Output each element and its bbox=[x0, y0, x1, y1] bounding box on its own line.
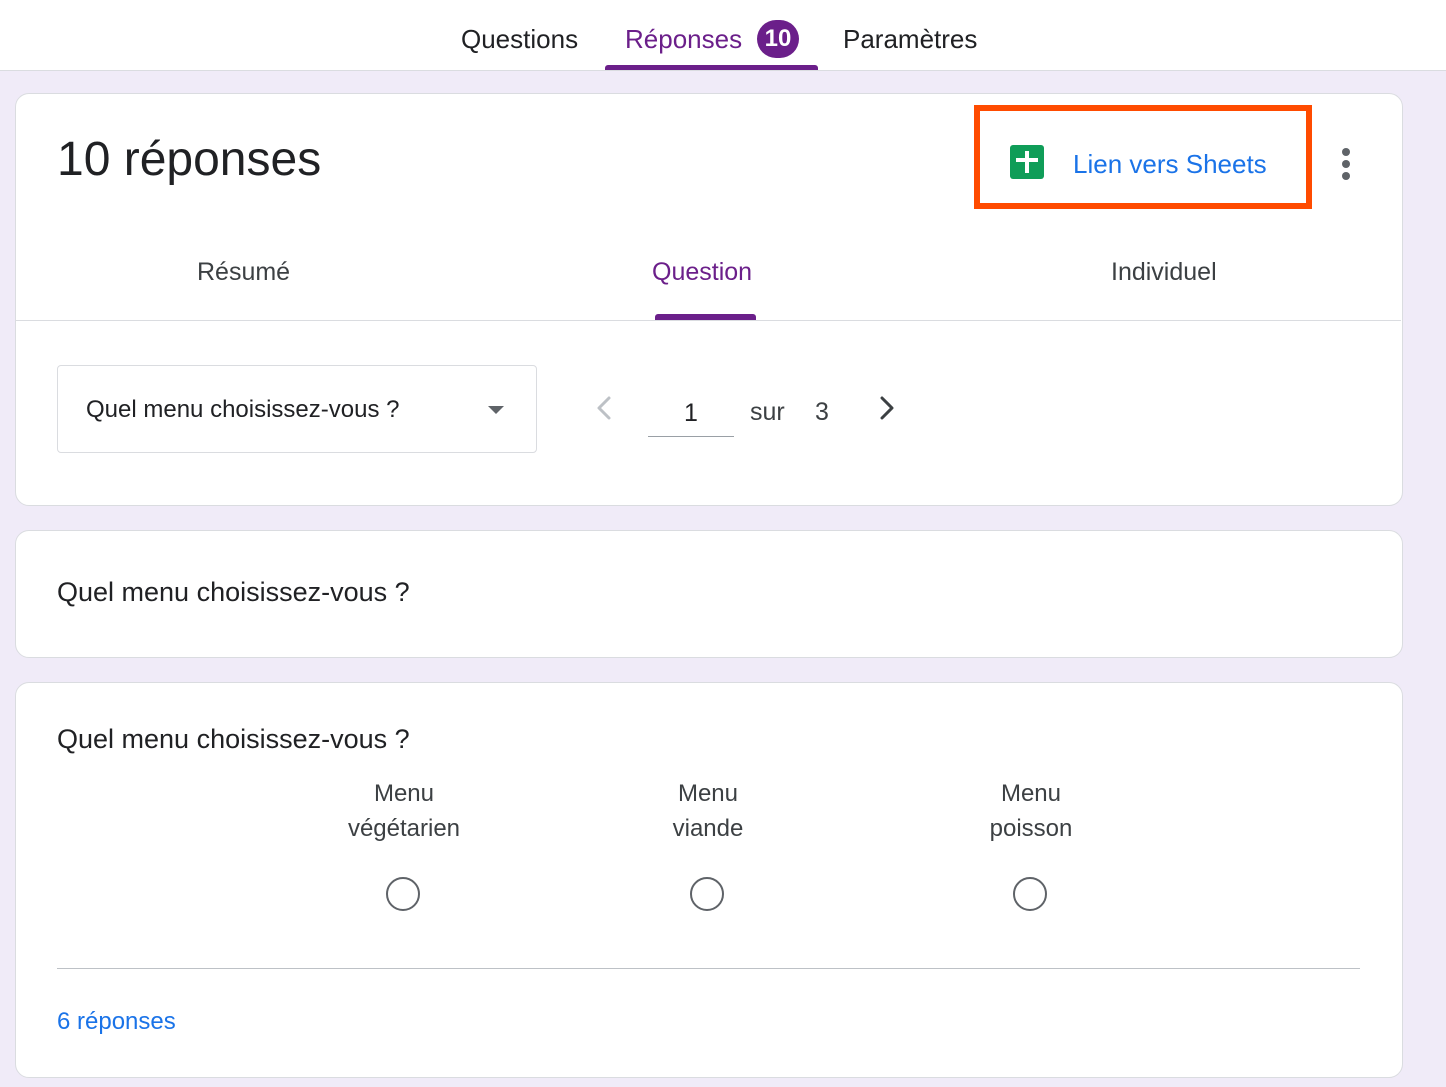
page-title: 10 réponses bbox=[57, 133, 322, 186]
option-label-fish: Menu poisson bbox=[911, 776, 1151, 846]
link-to-sheets-label: Lien vers Sheets bbox=[1073, 149, 1267, 179]
option-label-meat: Menu viande bbox=[588, 776, 828, 846]
radio-fish[interactable] bbox=[1013, 877, 1047, 911]
radio-meat[interactable] bbox=[690, 877, 724, 911]
option-label-line: Menu bbox=[677, 780, 739, 807]
responses-count-badge: 10 bbox=[757, 20, 799, 58]
pager-of-label: sur bbox=[750, 398, 785, 426]
pager-total: 3 bbox=[815, 398, 829, 426]
option-label-vegetarian: Menu végétarien bbox=[284, 776, 524, 846]
question-detail-title: Quel menu choisissez-vous ? bbox=[57, 724, 410, 754]
option-label-line: Menu bbox=[1000, 780, 1062, 807]
subtabs-divider bbox=[15, 320, 1401, 321]
chevron-left-icon[interactable] bbox=[585, 388, 625, 428]
responses-count-link[interactable]: 6 réponses bbox=[57, 1008, 176, 1036]
subtab-question[interactable]: Question bbox=[652, 258, 752, 287]
question-title-text: Quel menu choisissez-vous ? bbox=[57, 577, 410, 607]
active-tab-indicator bbox=[605, 65, 818, 70]
option-label-line: poisson bbox=[989, 815, 1073, 842]
radio-vegetarian[interactable] bbox=[386, 877, 420, 911]
option-label-line: viande bbox=[672, 815, 744, 842]
page-number-input[interactable] bbox=[648, 390, 734, 437]
chevron-right-icon[interactable] bbox=[868, 388, 908, 428]
question-select-value: Quel menu choisissez-vous ? bbox=[86, 396, 400, 423]
subtab-individual[interactable]: Individuel bbox=[1111, 258, 1217, 287]
dropdown-arrow-icon bbox=[488, 406, 504, 414]
option-label-line: végétarien bbox=[347, 815, 461, 842]
top-nav-bar: Questions Réponses 10 Paramètres bbox=[0, 0, 1446, 71]
subtab-summary[interactable]: Résumé bbox=[197, 258, 290, 287]
link-to-sheets-button[interactable]: Lien vers Sheets bbox=[1000, 135, 1290, 191]
question-select-dropdown[interactable]: Quel menu choisissez-vous ? bbox=[57, 365, 537, 453]
tab-responses[interactable]: Réponses bbox=[625, 0, 742, 70]
card-divider bbox=[57, 968, 1360, 969]
tab-questions[interactable]: Questions bbox=[461, 0, 578, 70]
option-label-line: Menu bbox=[373, 780, 435, 807]
tab-settings[interactable]: Paramètres bbox=[843, 0, 977, 70]
more-vert-icon[interactable] bbox=[1328, 140, 1364, 188]
google-sheets-icon bbox=[1010, 145, 1044, 179]
